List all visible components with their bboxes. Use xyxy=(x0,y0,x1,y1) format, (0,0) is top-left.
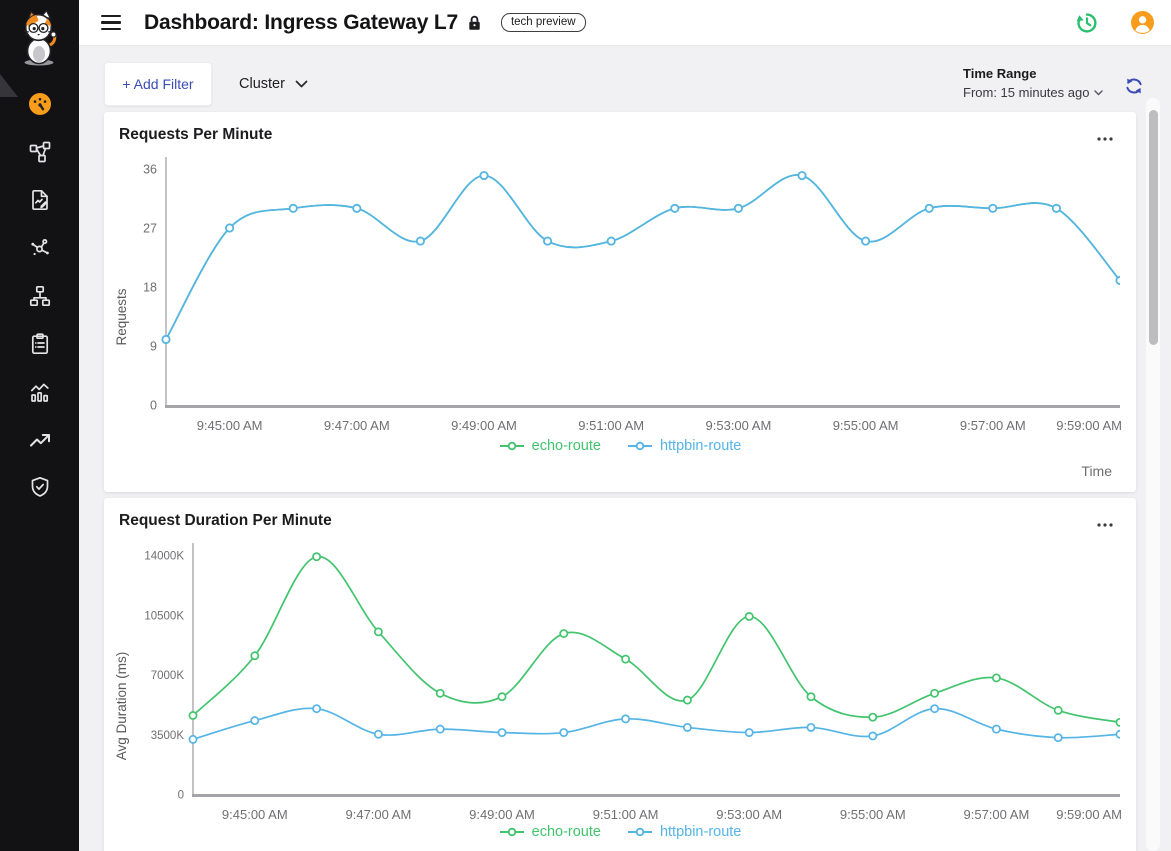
legend-line-marker-icon xyxy=(627,440,653,452)
chart-legend: echo-route httpbin-route xyxy=(104,438,1136,454)
topology-icon xyxy=(28,140,52,164)
refresh-icon xyxy=(1124,76,1144,96)
sidebar-item-trends[interactable] xyxy=(0,418,79,462)
lock-icon xyxy=(468,15,481,31)
duration-chart-canvas[interactable]: 0 3500K 7000K 10500K 14000K 9:45:00 AM 9:47:00… xyxy=(104,498,1136,843)
request-duration-card: Request Duration Per Minute 0 3500K 7000K 1… xyxy=(104,498,1136,851)
app-root: Dashboard: Ingress Gateway L7 tech previ… xyxy=(0,0,1171,851)
time-range-label: Time Range xyxy=(963,66,1103,81)
svg-text:7000K: 7000K xyxy=(151,670,185,682)
page-title: Dashboard: Ingress Gateway L7 xyxy=(144,11,458,35)
legend-httpbin-route[interactable]: httpbin-route xyxy=(627,824,741,840)
sitemap-icon xyxy=(28,284,52,308)
svg-text:Avg Duration (ms): Avg Duration (ms) xyxy=(114,652,129,761)
svg-text:0: 0 xyxy=(178,790,184,802)
cat-mascot-icon xyxy=(16,10,62,66)
legend-line-marker-icon xyxy=(627,826,653,838)
svg-text:18: 18 xyxy=(143,281,157,295)
duration-line-chart: 0 3500K 7000K 10500K 14000K 9:45:00 AM 9:47:00… xyxy=(104,498,1136,843)
ellipsis-icon xyxy=(1096,522,1114,528)
chart-title: Requests Per Minute xyxy=(119,126,272,144)
svg-text:9:49:00 AM: 9:49:00 AM xyxy=(451,418,517,433)
gauge-icon xyxy=(28,92,52,116)
user-avatar-icon xyxy=(1131,11,1154,34)
svg-text:9:57:00 AM: 9:57:00 AM xyxy=(964,807,1030,822)
legend-echo-route[interactable]: echo-route xyxy=(499,824,601,840)
sidebar xyxy=(0,0,79,851)
add-filter-button[interactable]: + Add Filter xyxy=(104,62,212,106)
svg-text:9:53:00 AM: 9:53:00 AM xyxy=(706,418,772,433)
legend-echo-route[interactable]: echo-route xyxy=(499,438,601,454)
cluster-dropdown[interactable]: Cluster xyxy=(229,62,318,106)
legend-line-marker-icon xyxy=(499,440,525,452)
svg-text:9:45:00 AM: 9:45:00 AM xyxy=(222,807,288,822)
sidebar-item-services[interactable] xyxy=(0,226,79,270)
svg-text:0: 0 xyxy=(150,399,157,413)
trending-up-icon xyxy=(28,428,52,452)
menu-toggle-button[interactable] xyxy=(97,11,125,34)
legend-httpbin-route[interactable]: httpbin-route xyxy=(627,438,741,454)
chart-menu-button[interactable] xyxy=(1092,126,1118,149)
svg-text:Requests: Requests xyxy=(114,288,129,345)
chart-menu-button[interactable] xyxy=(1092,512,1118,535)
chart-title: Request Duration Per Minute xyxy=(119,512,332,530)
user-avatar-button[interactable] xyxy=(1129,9,1156,36)
bar-chart-icon xyxy=(28,380,52,404)
sidebar-item-policies[interactable] xyxy=(0,178,79,222)
shield-check-icon xyxy=(28,475,52,499)
time-range-section: Time Range From: 15 minutes ago xyxy=(963,66,1103,100)
svg-text:9:59:00 AM: 9:59:00 AM xyxy=(1056,418,1122,433)
svg-text:9:45:00 AM: 9:45:00 AM xyxy=(197,418,263,433)
top-bar: Dashboard: Ingress Gateway L7 tech previ… xyxy=(79,0,1171,46)
sidebar-item-security[interactable] xyxy=(0,465,79,509)
svg-text:9:47:00 AM: 9:47:00 AM xyxy=(346,807,412,822)
chevron-down-icon xyxy=(295,80,308,88)
legend-line-marker-icon xyxy=(499,826,525,838)
cat-mascot-logo[interactable] xyxy=(16,10,62,68)
svg-text:3500K: 3500K xyxy=(151,730,185,742)
svg-text:9:51:00 AM: 9:51:00 AM xyxy=(593,807,659,822)
sidebar-item-metrics[interactable] xyxy=(0,370,79,414)
refresh-button[interactable] xyxy=(1122,74,1146,101)
x-axis-title: Time xyxy=(1081,463,1112,479)
svg-text:14000K: 14000K xyxy=(144,551,184,563)
vertical-scrollbar-track[interactable] xyxy=(1146,98,1160,851)
chart-legend: echo-route httpbin-route xyxy=(104,824,1136,840)
svg-text:9:53:00 AM: 9:53:00 AM xyxy=(716,807,782,822)
svg-text:9: 9 xyxy=(150,340,157,354)
svg-text:36: 36 xyxy=(143,163,157,177)
history-button[interactable] xyxy=(1073,9,1101,37)
svg-text:9:55:00 AM: 9:55:00 AM xyxy=(833,418,899,433)
ellipsis-icon xyxy=(1096,136,1114,142)
requests-line-chart: 0 9 18 27 36 9:45:00 AM 9:47:00 AM 9:49:00 AM 9:… xyxy=(104,112,1136,457)
svg-text:10500K: 10500K xyxy=(144,610,184,622)
molecule-icon xyxy=(28,236,52,260)
svg-text:9:55:00 AM: 9:55:00 AM xyxy=(840,807,906,822)
clipboard-icon xyxy=(28,332,52,356)
svg-text:9:51:00 AM: 9:51:00 AM xyxy=(578,418,644,433)
sidebar-item-topology[interactable] xyxy=(0,130,79,174)
requests-chart-canvas[interactable]: 0 9 18 27 36 9:45:00 AM 9:47:00 AM 9:49:00 AM 9:… xyxy=(104,112,1136,457)
requests-per-minute-card: Requests Per Minute 0 9 18 27 36 9:45:00 AM 9:… xyxy=(104,112,1136,492)
svg-text:27: 27 xyxy=(143,222,157,236)
history-icon xyxy=(1075,11,1099,35)
sidebar-item-network[interactable] xyxy=(0,274,79,318)
document-edit-icon xyxy=(28,188,52,212)
svg-text:9:59:00 AM: 9:59:00 AM xyxy=(1056,807,1122,822)
sidebar-item-reports[interactable] xyxy=(0,322,79,366)
dashboard-content: + Add Filter Cluster Time Range From: 15… xyxy=(79,46,1171,851)
vertical-scrollbar-thumb[interactable] xyxy=(1149,110,1158,345)
svg-text:9:47:00 AM: 9:47:00 AM xyxy=(324,418,390,433)
sidebar-item-dashboards[interactable] xyxy=(0,82,79,126)
tech-preview-badge: tech preview xyxy=(501,13,586,32)
chevron-down-icon xyxy=(1094,90,1103,96)
time-range-dropdown[interactable]: From: 15 minutes ago xyxy=(963,85,1103,100)
svg-text:9:49:00 AM: 9:49:00 AM xyxy=(469,807,535,822)
svg-text:9:57:00 AM: 9:57:00 AM xyxy=(960,418,1026,433)
